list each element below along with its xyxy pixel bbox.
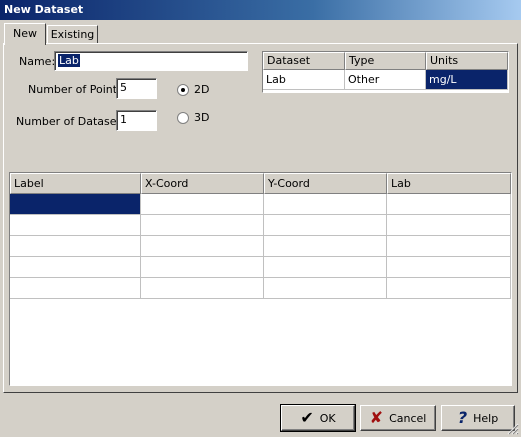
grid-cell[interactable] (264, 194, 387, 215)
data-grid[interactable]: Label X-Coord Y-Coord Lab (9, 172, 512, 386)
grid-cell[interactable] (264, 236, 387, 257)
help-question-icon: ? (457, 408, 468, 427)
grid-cell[interactable] (387, 215, 511, 236)
grid-header-x-coord[interactable]: X-Coord (141, 173, 264, 194)
radio-3d-label[interactable]: 3D (194, 111, 209, 124)
help-button[interactable]: ? Help (441, 405, 515, 431)
resize-grip-icon[interactable] (507, 423, 519, 435)
grid-cell[interactable] (10, 236, 141, 257)
dataset-table-cell[interactable]: Lab (263, 70, 345, 90)
dataset-table-cell-selected[interactable]: mg/L (426, 70, 508, 90)
radio-3d[interactable] (177, 112, 189, 124)
name-input[interactable]: Lab (54, 51, 248, 71)
help-button-label: Help (473, 411, 499, 425)
ok-button-label: OK (319, 411, 336, 425)
grid-cell[interactable] (387, 194, 511, 215)
grid-cell[interactable] (10, 257, 141, 278)
grid-cell-selected[interactable] (10, 194, 141, 215)
datasets-label: Number of Datasets: (16, 115, 131, 128)
points-input-value: 5 (120, 81, 127, 94)
grid-cell[interactable] (10, 215, 141, 236)
grid-header-lab[interactable]: Lab (387, 173, 511, 194)
window-title: New Dataset (4, 3, 84, 16)
grid-cell[interactable] (141, 278, 264, 299)
dataset-table[interactable]: Dataset Type Units Lab Other mg/L (262, 51, 509, 93)
grid-cell[interactable] (141, 236, 264, 257)
cancel-x-icon: ✘ (369, 408, 384, 427)
checkmark-icon: ✔ (300, 408, 314, 427)
grid-cell[interactable] (10, 278, 141, 299)
grid-cell[interactable] (264, 257, 387, 278)
points-label: Number of Points: (28, 83, 127, 96)
dataset-table-cell[interactable]: Other (345, 70, 426, 90)
grid-cell[interactable] (264, 278, 387, 299)
new-dataset-dialog: New Dataset New Existing Name: Lab Numbe… (0, 0, 521, 437)
grid-cell[interactable] (141, 194, 264, 215)
title-bar[interactable]: New Dataset (0, 0, 521, 20)
grid-cell[interactable] (264, 215, 387, 236)
name-input-value: Lab (58, 54, 80, 67)
grid-cell[interactable] (141, 257, 264, 278)
tab-new-label: New (13, 27, 37, 40)
tab-existing[interactable]: Existing (47, 25, 98, 43)
radio-2d[interactable] (177, 84, 189, 96)
ok-button[interactable]: ✔ OK (280, 404, 356, 432)
datasets-input-value: 1 (120, 113, 127, 126)
dataset-table-header-dataset[interactable]: Dataset (263, 52, 345, 70)
grid-cell[interactable] (141, 215, 264, 236)
radio-2d-dot (181, 88, 185, 92)
grid-header-label[interactable]: Label (10, 173, 141, 194)
grid-cell[interactable] (387, 278, 511, 299)
tab-new[interactable]: New (4, 23, 46, 45)
cancel-button-label: Cancel (389, 411, 427, 425)
tab-existing-label: Existing (50, 28, 95, 41)
dataset-table-header-units[interactable]: Units (426, 52, 508, 70)
points-input[interactable]: 5 (116, 78, 157, 99)
cancel-button[interactable]: ✘ Cancel (360, 405, 436, 431)
name-label: Name: (19, 55, 56, 68)
grid-cell[interactable] (387, 236, 511, 257)
radio-2d-label[interactable]: 2D (194, 83, 209, 96)
datasets-input[interactable]: 1 (116, 110, 157, 131)
grid-header-y-coord[interactable]: Y-Coord (264, 173, 387, 194)
dataset-table-header-type[interactable]: Type (345, 52, 426, 70)
grid-cell[interactable] (387, 257, 511, 278)
